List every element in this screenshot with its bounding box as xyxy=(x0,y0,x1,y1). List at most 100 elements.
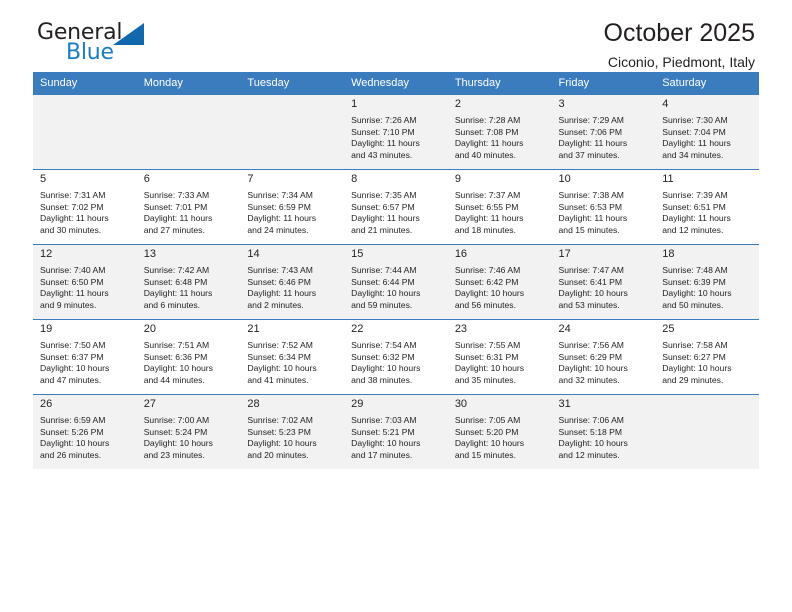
day-cell[interactable]: 18 Sunrise: 7:48 AM Sunset: 6:39 PM Dayligh… xyxy=(655,244,759,320)
day-number: 26 xyxy=(40,398,53,410)
sunset-text: Sunset: 6:53 PM xyxy=(558,201,623,212)
daylight-text-line1: Daylight: 11 hours xyxy=(454,138,524,149)
sunrise-text: Sunrise: 7:31 AM xyxy=(40,190,106,200)
day-info: Sunrise: 7:30 AM Sunset: 7:04 PM Daylight:… xyxy=(655,113,759,161)
sunrise-text: Sunrise: 7:26 AM xyxy=(351,115,417,125)
day-cell[interactable]: 27 Sunrise: 7:00 AM Sunset: 5:24 PM Dayligh… xyxy=(136,394,241,469)
day-cell[interactable] xyxy=(240,94,345,170)
day-info: Sunrise: 7:03 AM Sunset: 5:21 PM Daylight:… xyxy=(344,413,448,461)
sunrise-text: Sunrise: 7:38 AM xyxy=(558,190,624,200)
day-cell[interactable]: 3 Sunrise: 7:29 AM Sunset: 7:06 PM Daylight… xyxy=(551,94,656,170)
day-cell[interactable]: 22 Sunrise: 7:54 AM Sunset: 6:32 PM Dayligh… xyxy=(344,319,448,395)
day-cell[interactable]: 14 Sunrise: 7:43 AM Sunset: 6:46 PM Dayligh… xyxy=(240,244,345,320)
day-cell[interactable]: 21 Sunrise: 7:52 AM Sunset: 6:34 PM Dayligh… xyxy=(240,319,345,395)
calendar-week-row: 1 Sunrise: 7:26 AM Sunset: 7:10 PM Daylight… xyxy=(33,94,759,170)
daylight-text-line1: Daylight: 11 hours xyxy=(662,138,731,149)
day-cell[interactable] xyxy=(655,394,759,469)
daylight-text-line1: Daylight: 11 hours xyxy=(662,213,731,224)
day-number: 28 xyxy=(247,398,260,410)
day-info: Sunrise: 7:44 AM Sunset: 6:44 PM Daylight:… xyxy=(344,263,448,311)
day-number: 21 xyxy=(247,323,260,335)
day-cell[interactable] xyxy=(136,94,241,170)
calendar-week-row: 12 Sunrise: 7:40 AM Sunset: 6:50 PM Dayligh… xyxy=(33,244,759,320)
day-cell[interactable]: 15 Sunrise: 7:44 AM Sunset: 6:44 PM Dayligh… xyxy=(344,244,448,320)
daylight-text-line2: and 38 minutes. xyxy=(351,374,413,385)
sunrise-text: Sunrise: 7:55 AM xyxy=(454,340,521,350)
daylight-text-line1: Daylight: 11 hours xyxy=(454,213,524,224)
sunset-text: Sunset: 5:21 PM xyxy=(351,426,415,437)
day-cell[interactable]: 8 Sunrise: 7:35 AM Sunset: 6:57 PM Daylight… xyxy=(344,169,448,245)
day-info: Sunrise: 7:48 AM Sunset: 6:39 PM Daylight:… xyxy=(655,263,759,311)
day-cell[interactable]: 28 Sunrise: 7:02 AM Sunset: 5:23 PM Dayligh… xyxy=(240,394,345,469)
general-blue-logo[interactable]: General Blue xyxy=(37,20,187,68)
day-cell[interactable]: 20 Sunrise: 7:51 AM Sunset: 6:36 PM Dayligh… xyxy=(136,319,241,395)
sunrise-text: Sunrise: 7:00 AM xyxy=(143,415,210,425)
day-cell[interactable]: 6 Sunrise: 7:33 AM Sunset: 7:01 PM Daylight… xyxy=(136,169,241,245)
daylight-text-line2: and 15 minutes. xyxy=(558,224,620,235)
day-number: 12 xyxy=(40,248,53,260)
sunrise-text: Sunrise: 7:02 AM xyxy=(247,415,313,425)
day-number: 7 xyxy=(247,173,254,185)
calendar-week-row: 19 Sunrise: 7:50 AM Sunset: 6:37 PM Dayligh… xyxy=(33,319,759,395)
daylight-text-line2: and 15 minutes. xyxy=(454,449,516,460)
day-cell[interactable]: 24 Sunrise: 7:56 AM Sunset: 6:29 PM Dayligh… xyxy=(551,319,656,395)
daylight-text-line2: and 20 minutes. xyxy=(247,449,309,460)
sunset-text: Sunset: 6:37 PM xyxy=(40,351,104,362)
daylight-text-line1: Daylight: 10 hours xyxy=(454,363,525,374)
daylight-text-line1: Daylight: 10 hours xyxy=(247,363,317,374)
day-cell[interactable]: 30 Sunrise: 7:05 AM Sunset: 5:20 PM Dayligh… xyxy=(447,394,552,469)
sunrise-text: Sunrise: 7:28 AM xyxy=(454,115,521,125)
day-cell[interactable]: 25 Sunrise: 7:58 AM Sunset: 6:27 PM Dayligh… xyxy=(655,319,759,395)
day-cell[interactable]: 9 Sunrise: 7:37 AM Sunset: 6:55 PM Daylight… xyxy=(447,169,552,245)
day-cell[interactable] xyxy=(33,94,137,170)
day-cell[interactable]: 13 Sunrise: 7:42 AM Sunset: 6:48 PM Dayligh… xyxy=(136,244,241,320)
day-cell[interactable]: 23 Sunrise: 7:55 AM Sunset: 6:31 PM Dayligh… xyxy=(447,319,552,395)
daylight-text-line2: and 17 minutes. xyxy=(351,449,413,460)
daylight-text-line2: and 30 minutes. xyxy=(40,224,102,235)
day-cell[interactable]: 1 Sunrise: 7:26 AM Sunset: 7:10 PM Daylight… xyxy=(344,94,448,170)
logo-triangle-icon xyxy=(113,23,144,45)
day-cell[interactable]: 11 Sunrise: 7:39 AM Sunset: 6:51 PM Dayligh… xyxy=(655,169,759,245)
daylight-text-line2: and 40 minutes. xyxy=(454,149,516,160)
daylight-text-line1: Daylight: 10 hours xyxy=(143,438,213,449)
sunset-text: Sunset: 7:01 PM xyxy=(143,201,208,212)
calendar-week-row: 5 Sunrise: 7:31 AM Sunset: 7:02 PM Daylight… xyxy=(33,169,759,245)
day-info xyxy=(655,400,759,402)
day-info: Sunrise: 7:38 AM Sunset: 6:53 PM Daylight:… xyxy=(552,188,656,236)
sunrise-text: Sunrise: 7:05 AM xyxy=(454,415,521,425)
weekday-header-sunday: Sunday xyxy=(33,72,137,95)
day-number: 17 xyxy=(558,248,571,260)
daylight-text-line2: and 6 minutes. xyxy=(143,299,201,310)
weekday-header-row: Sunday Monday Tuesday Wednesday Thursday… xyxy=(33,72,759,95)
day-info: Sunrise: 7:28 AM Sunset: 7:08 PM Daylight:… xyxy=(448,113,552,161)
calendar-body: 1 Sunrise: 7:26 AM Sunset: 7:10 PM Daylight… xyxy=(33,94,759,469)
day-cell[interactable]: 16 Sunrise: 7:46 AM Sunset: 6:42 PM Dayligh… xyxy=(447,244,552,320)
sunrise-text: Sunrise: 7:29 AM xyxy=(558,115,624,125)
day-cell[interactable]: 10 Sunrise: 7:38 AM Sunset: 6:53 PM Dayligh… xyxy=(551,169,656,245)
sunset-text: Sunset: 7:06 PM xyxy=(558,126,623,137)
day-number: 19 xyxy=(40,323,53,335)
day-info: Sunrise: 7:26 AM Sunset: 7:10 PM Daylight:… xyxy=(344,113,448,161)
day-cell[interactable]: 2 Sunrise: 7:28 AM Sunset: 7:08 PM Daylight… xyxy=(447,94,552,170)
sunset-text: Sunset: 6:29 PM xyxy=(558,351,623,362)
day-cell[interactable]: 17 Sunrise: 7:47 AM Sunset: 6:41 PM Dayligh… xyxy=(551,244,656,320)
daylight-text-line2: and 59 minutes. xyxy=(351,299,413,310)
day-cell[interactable]: 31 Sunrise: 7:06 AM Sunset: 5:18 PM Dayligh… xyxy=(551,394,656,469)
day-cell[interactable]: 12 Sunrise: 7:40 AM Sunset: 6:50 PM Dayligh… xyxy=(33,244,137,320)
day-cell[interactable]: 5 Sunrise: 7:31 AM Sunset: 7:02 PM Daylight… xyxy=(33,169,137,245)
weekday-header-monday: Monday xyxy=(136,72,241,95)
sunset-text: Sunset: 6:44 PM xyxy=(351,276,415,287)
day-info: Sunrise: 7:42 AM Sunset: 6:48 PM Daylight:… xyxy=(137,263,241,311)
day-cell[interactable]: 19 Sunrise: 7:50 AM Sunset: 6:37 PM Dayligh… xyxy=(33,319,137,395)
day-cell[interactable]: 7 Sunrise: 7:34 AM Sunset: 6:59 PM Daylight… xyxy=(240,169,345,245)
sunrise-text: Sunrise: 7:58 AM xyxy=(662,340,728,350)
sunrise-text: Sunrise: 7:56 AM xyxy=(558,340,624,350)
day-cell[interactable]: 29 Sunrise: 7:03 AM Sunset: 5:21 PM Dayligh… xyxy=(344,394,448,469)
day-info: Sunrise: 7:54 AM Sunset: 6:32 PM Daylight:… xyxy=(344,338,448,386)
daylight-text-line2: and 12 minutes. xyxy=(558,449,620,460)
daylight-text-line1: Daylight: 10 hours xyxy=(558,363,628,374)
day-cell[interactable]: 26 Sunrise: 6:59 AM Sunset: 5:26 PM Dayligh… xyxy=(33,394,137,469)
day-info: Sunrise: 7:29 AM Sunset: 7:06 PM Daylight:… xyxy=(552,113,656,161)
daylight-text-line2: and 2 minutes. xyxy=(247,299,304,310)
day-cell[interactable]: 4 Sunrise: 7:30 AM Sunset: 7:04 PM Daylight… xyxy=(655,94,759,170)
